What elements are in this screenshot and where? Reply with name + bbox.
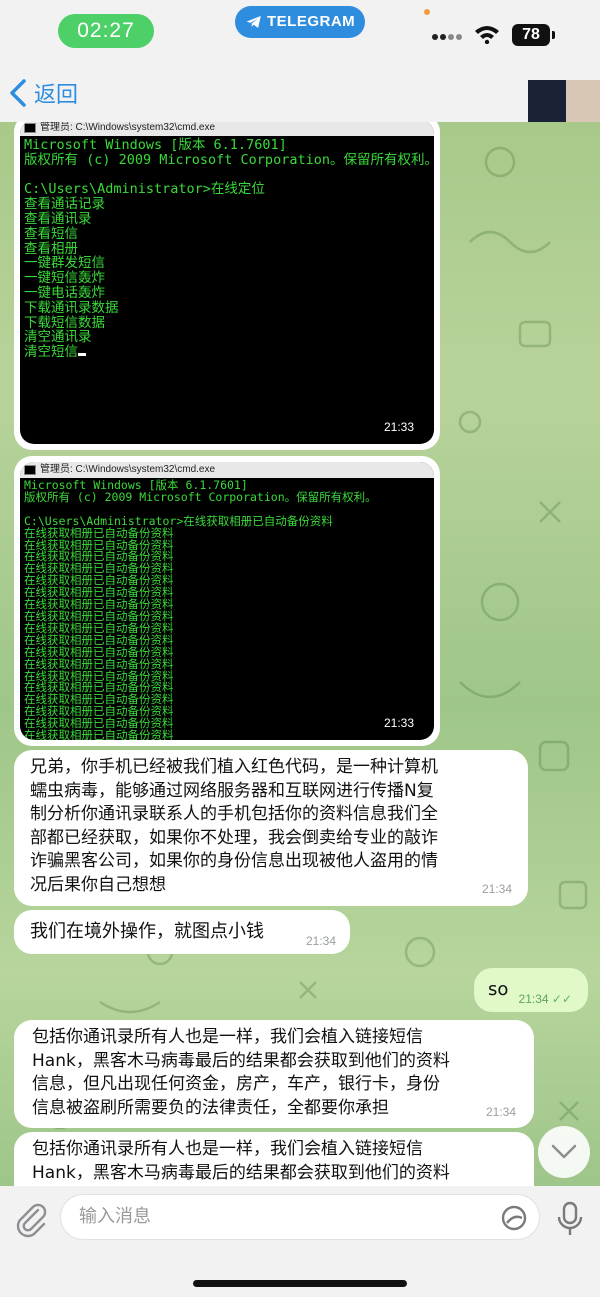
home-indicator (193, 1280, 407, 1287)
cmd-window-icon (24, 465, 36, 475)
paperclip-icon (16, 1203, 47, 1238)
message-text: 我们在境外操作，就图点小钱 (30, 921, 264, 942)
image-message-cmd-2[interactable]: 管理员: C:\Windows\system32\cmd.exe Microso… (14, 456, 440, 746)
cmd-title: 管理员: C:\Windows\system32\cmd.exe (40, 464, 216, 475)
cmd-output: Microsoft Windows [版本 6.1.7601] 版权所有 (c)… (24, 137, 434, 361)
cmd-output: Microsoft Windows [版本 6.1.7601] 版权所有 (c)… (24, 478, 377, 740)
chat-header: 返回 (0, 62, 600, 122)
message-time: 21:33 (383, 716, 414, 730)
message-line: 况后果你自己想想 21:34 (30, 874, 512, 898)
read-checkmarks-icon: ✓✓ (551, 992, 572, 1006)
sticker-icon[interactable] (500, 1204, 528, 1232)
message-time: 21:34 (305, 934, 336, 948)
chat-message-list[interactable]: 管理员: C:\Windows\system32\cmd.exe Microso… (0, 122, 600, 1186)
status-time: 02:27 (58, 14, 154, 48)
incoming-message[interactable]: 包括你通讯录所有人也是一样，我们会植入链接短信 Hank，黑客木马病毒最后的结果… (14, 1132, 534, 1186)
cmd-titlebar: 管理员: C:\Windows\system32\cmd.exe (20, 122, 434, 136)
cmd-titlebar: 管理员: C:\Windows\system32\cmd.exe (20, 462, 434, 478)
message-line: 蠕虫病毒，能够通过网络服务器和互联网进行传播N复 (30, 780, 434, 801)
microphone-icon[interactable] (554, 1200, 586, 1238)
cellular-signal-icon (432, 30, 466, 44)
status-bar: 02:27 TELEGRAM 78 (0, 0, 600, 62)
back-button[interactable]: 返回 (8, 76, 78, 110)
message-line-text: 况后果你自己想想 (30, 874, 166, 895)
telegram-plane-icon (246, 16, 261, 28)
message-line: 包括你通讯录所有人也是一样，我们会植入链接短信 (32, 1027, 423, 1047)
message-line: 诈骗黑客公司，如果你的身份信息出现被他人盗用的情 (30, 851, 438, 871)
message-line: 制分析你通讯录联系人的手机包括你的资料信息我们全 (30, 804, 438, 824)
message-time: 21:33 (383, 420, 414, 434)
message-line: 部都已经获取，如果你不处理，我会倒卖给专业的敲诈 (30, 827, 438, 848)
cmd-title: 管理员: C:\Windows\system32\cmd.exe (40, 122, 216, 133)
incoming-message[interactable]: 包括你通讯录所有人也是一样，我们会植入链接短信 Hank，黑客木马病毒最后的结果… (14, 1020, 534, 1128)
wifi-icon (475, 26, 499, 44)
message-text: so (488, 979, 509, 1000)
contact-avatar[interactable] (528, 80, 600, 122)
message-line: Hank，黑客木马病毒最后的结果都会获取到他们的资料 (32, 1162, 450, 1183)
chevron-down-icon (551, 1144, 577, 1159)
cmd-screenshot: 管理员: C:\Windows\system32\cmd.exe Microso… (20, 122, 434, 444)
message-time: 21:34 (481, 881, 512, 896)
message-line: 信息，但凡出现任何资金，房产，车产，银行卡，身份 (32, 1074, 440, 1094)
cmd-screenshot: 管理员: C:\Windows\system32\cmd.exe Microso… (20, 462, 434, 740)
cmd-window-icon (24, 123, 36, 133)
message-time: 21:34 ✓✓ (518, 992, 572, 1006)
message-line: 包括你通讯录所有人也是一样，我们会植入链接短信 (32, 1139, 423, 1159)
message-line: 信息被盗刷所需要负的法律责任，全都要你承担 21:34 (32, 1097, 516, 1121)
incoming-message[interactable]: 我们在境外操作，就图点小钱 21:34 (14, 910, 350, 954)
telegram-app-pill[interactable]: TELEGRAM (235, 6, 365, 38)
telegram-pill-label: TELEGRAM (267, 13, 356, 30)
chevron-left-icon (10, 79, 26, 107)
outgoing-message[interactable]: so 21:34 ✓✓ (474, 968, 588, 1012)
message-line-text: 信息被盗刷所需要负的法律责任，全都要你承担 (32, 1097, 389, 1118)
terminal-cursor (78, 353, 86, 357)
privacy-indicator-dot (424, 9, 430, 15)
battery-indicator: 78 (512, 24, 555, 46)
message-input[interactable]: 输入消息 (60, 1194, 540, 1240)
scroll-to-bottom-button[interactable] (538, 1126, 590, 1178)
message-line: Hank，黑客木马病毒最后的结果都会获取到他们的资料 (32, 1050, 450, 1071)
incoming-message[interactable]: 兄弟，你手机已经被我们植入红色代码，是一种计算机 蠕虫病毒，能够通过网络服务器和… (14, 750, 528, 906)
image-message-cmd-1[interactable]: 管理员: C:\Windows\system32\cmd.exe Microso… (14, 122, 440, 450)
message-time: 21:34 (485, 1104, 516, 1119)
attach-button[interactable] (12, 1200, 50, 1238)
back-label: 返回 (34, 83, 79, 108)
message-line: 兄弟，你手机已经被我们植入红色代码，是一种计算机 (30, 757, 438, 777)
